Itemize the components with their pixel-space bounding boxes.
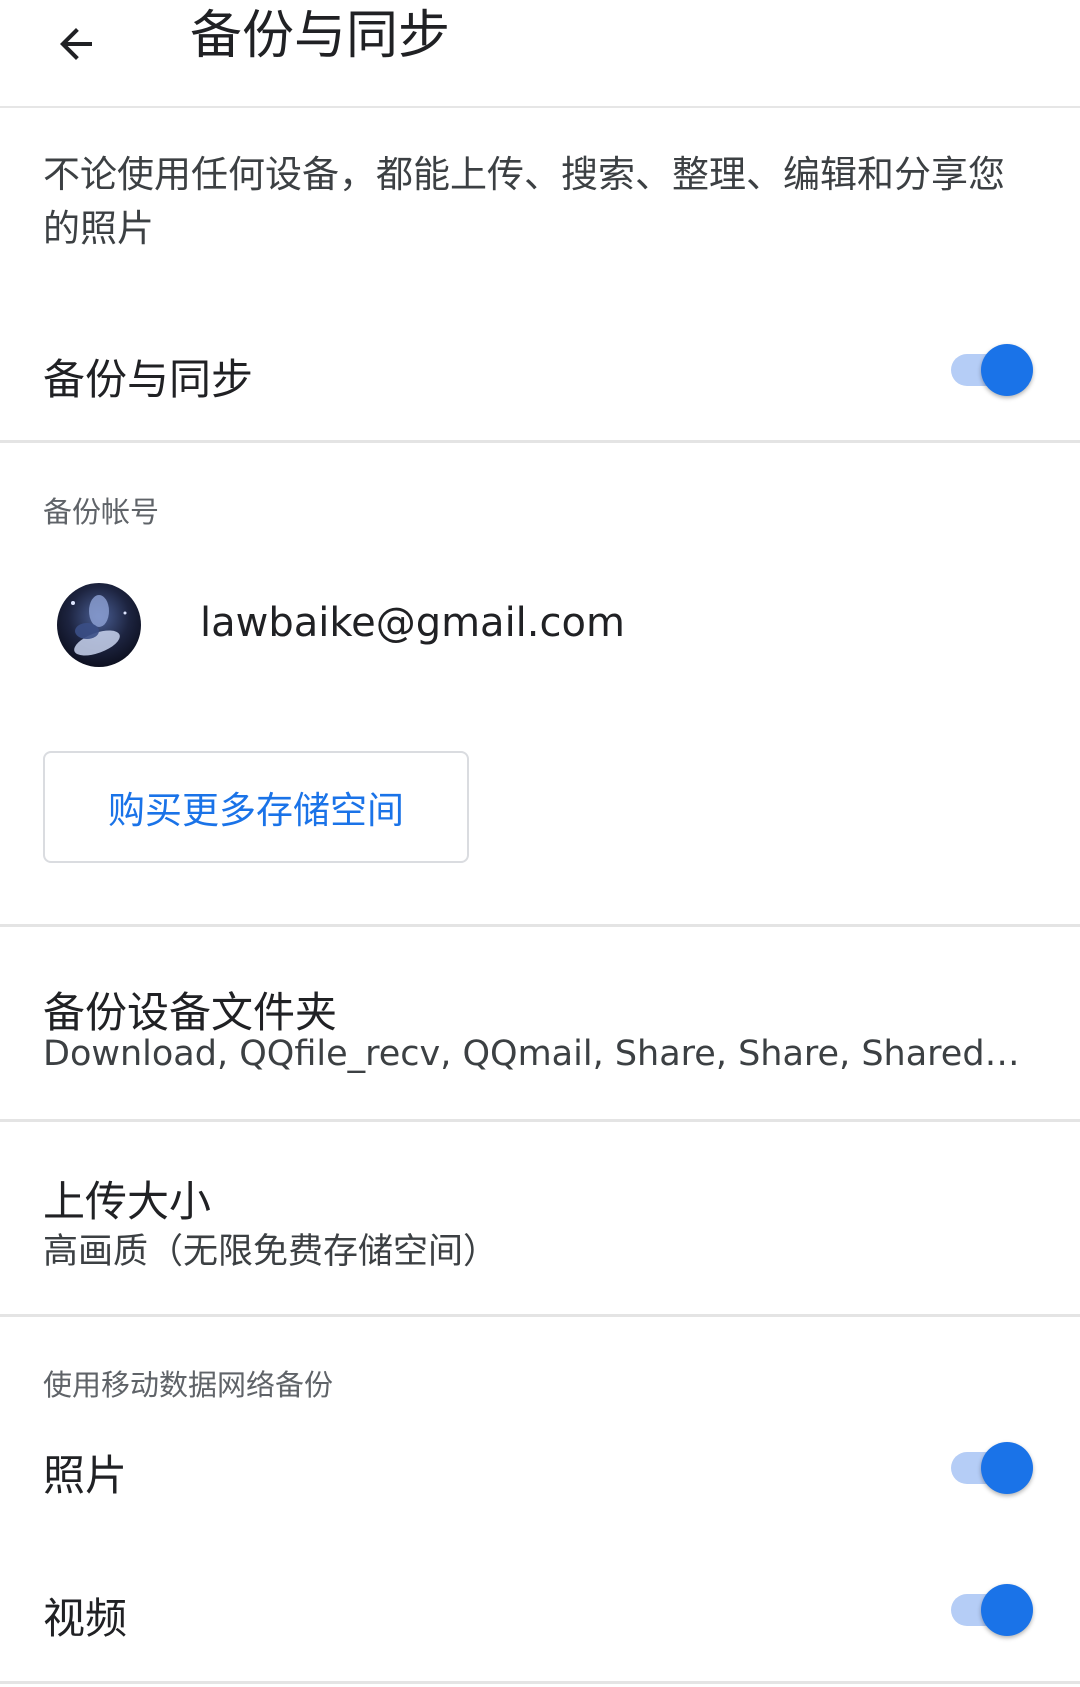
upload-size-label: 上传大小 [43,1177,212,1226]
arrow-back-icon [60,28,92,60]
divider [0,440,1080,443]
mobile-data-header: 使用移动数据网络备份 [43,1368,334,1402]
backup-folders-value: Download, QQfile_recv, QQmail, Share, Sh… [43,1034,1033,1074]
videos-label: 视频 [43,1594,128,1643]
backup-sync-label: 备份与同步 [43,355,254,404]
buy-storage-label: 购买更多存储空间 [108,789,404,832]
buy-storage-button[interactable]: 购买更多存储空间 [43,751,469,863]
app-bar: 备份与同步 [0,0,1080,108]
upload-size-value: 高画质（无限免费存储空间） [43,1232,499,1272]
backup-folders-label: 备份设备文件夹 [43,988,338,1037]
divider [0,1314,1080,1317]
avatar-image [57,583,141,667]
back-button[interactable] [40,8,112,80]
divider [0,1681,1080,1684]
backup-sync-switch[interactable] [945,344,1035,396]
switch-thumb [981,1584,1033,1636]
photos-switch[interactable] [945,1442,1035,1494]
backup-folders-row[interactable]: 备份设备文件夹 Download, QQfile_recv, QQmail, S… [0,927,1080,1119]
photos-label: 照片 [43,1451,128,1500]
page-title: 备份与同步 [190,6,451,66]
backup-account-header: 备份帐号 [43,495,160,529]
intro-description: 不论使用任何设备，都能上传、搜索、整理、编辑和分享您的照片 [43,153,1005,250]
switch-thumb [981,1442,1033,1494]
avatar [57,583,141,667]
account-email: lawbaike@gmail.com [200,600,625,646]
switch-thumb [981,344,1033,396]
upload-size-row[interactable]: 上传大小 高画质（无限免费存储空间） [0,1122,1080,1314]
videos-switch[interactable] [945,1584,1035,1636]
